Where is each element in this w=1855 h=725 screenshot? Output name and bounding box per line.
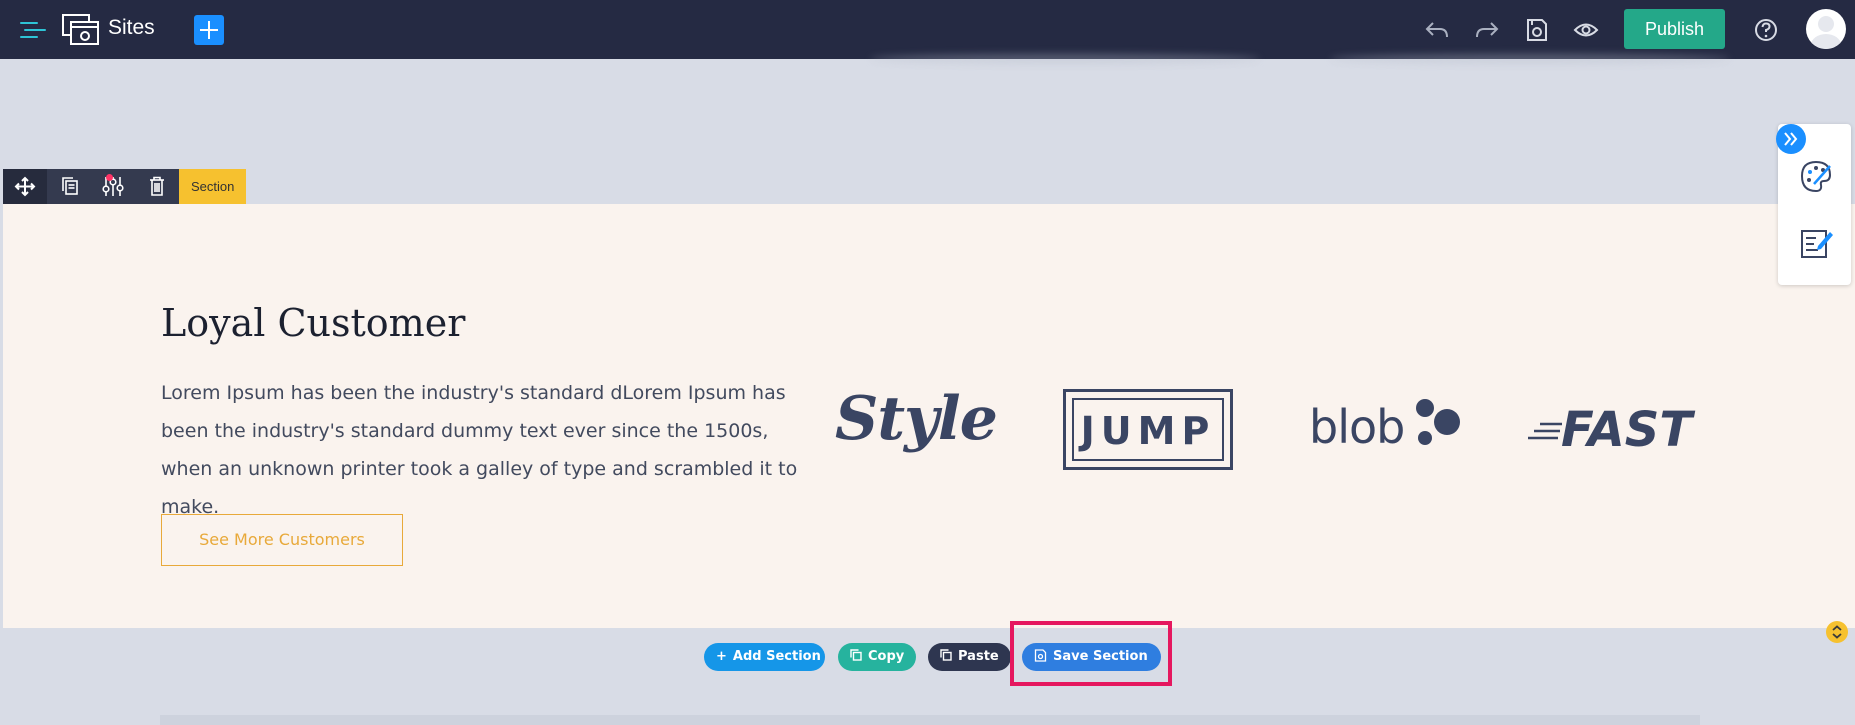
reorder-handle[interactable]: [1826, 621, 1848, 643]
next-section-preview: [160, 715, 1700, 725]
canvas-shadow: [870, 54, 1260, 64]
help-icon[interactable]: [1752, 16, 1780, 44]
delete-button[interactable]: [135, 169, 179, 204]
copy-icon: [850, 649, 862, 661]
canvas-shadow: [1330, 54, 1730, 64]
save-icon[interactable]: [1523, 16, 1551, 44]
redo-icon[interactable]: [1473, 16, 1501, 44]
blob-dots-icon: [1416, 399, 1460, 445]
paste-icon: [940, 649, 952, 661]
copy-label: Copy: [868, 649, 905, 664]
sites-logo-icon: [62, 14, 99, 45]
section-toolbar: Section: [3, 169, 247, 204]
duplicate-button[interactable]: [47, 169, 91, 204]
plus-icon: +: [716, 649, 727, 664]
undo-icon[interactable]: [1423, 16, 1451, 44]
blob-logo-text: blob: [1309, 400, 1405, 454]
panel-toggle-button[interactable]: [1776, 124, 1806, 154]
chevron-up-down-icon: [1832, 625, 1842, 639]
add-section-label: Add Section: [732, 649, 821, 664]
paste-label: Paste: [958, 649, 999, 664]
menu-icon[interactable]: [20, 18, 46, 42]
copy-button[interactable]: Copy: [838, 643, 916, 671]
delete-icon: [150, 176, 164, 196]
paste-button[interactable]: Paste: [928, 643, 1011, 671]
preview-icon[interactable]: [1572, 16, 1600, 44]
jump-logo-text: JUMP: [1072, 398, 1224, 461]
section-settings-button[interactable]: [91, 169, 135, 204]
move-button[interactable]: [3, 169, 47, 204]
double-chevron-right-icon: [1784, 132, 1798, 146]
notification-dot: [106, 174, 113, 181]
section-paragraph[interactable]: Lorem Ipsum has been the industry's stan…: [161, 374, 801, 526]
style-logo[interactable]: Style: [835, 384, 998, 454]
publish-button[interactable]: Publish: [1624, 9, 1725, 49]
add-section-button[interactable]: + Add Section: [704, 643, 825, 671]
top-bar: Sites Publish: [0, 0, 1855, 59]
edit-content-icon[interactable]: [1796, 224, 1836, 264]
settings-icon: [102, 177, 124, 196]
section-label[interactable]: Section: [179, 169, 247, 204]
fast-logo-text: FAST: [1561, 402, 1693, 458]
add-icon[interactable]: [194, 15, 224, 45]
speed-lines-icon: [1528, 422, 1562, 440]
blob-logo[interactable]: blob: [1309, 399, 1460, 460]
jump-logo[interactable]: JUMP: [1063, 389, 1233, 470]
avatar[interactable]: [1806, 9, 1846, 49]
section-heading[interactable]: Loyal Customer: [161, 301, 465, 345]
app-title: Sites: [108, 16, 155, 39]
see-more-customers-button[interactable]: See More Customers: [161, 514, 403, 566]
duplicate-icon: [62, 177, 78, 195]
save-section-highlight: [1010, 621, 1172, 686]
palette-icon[interactable]: [1796, 157, 1836, 197]
loyal-customer-section[interactable]: Loyal Customer Lorem Ipsum has been the …: [3, 204, 1855, 628]
move-icon: [14, 176, 36, 197]
